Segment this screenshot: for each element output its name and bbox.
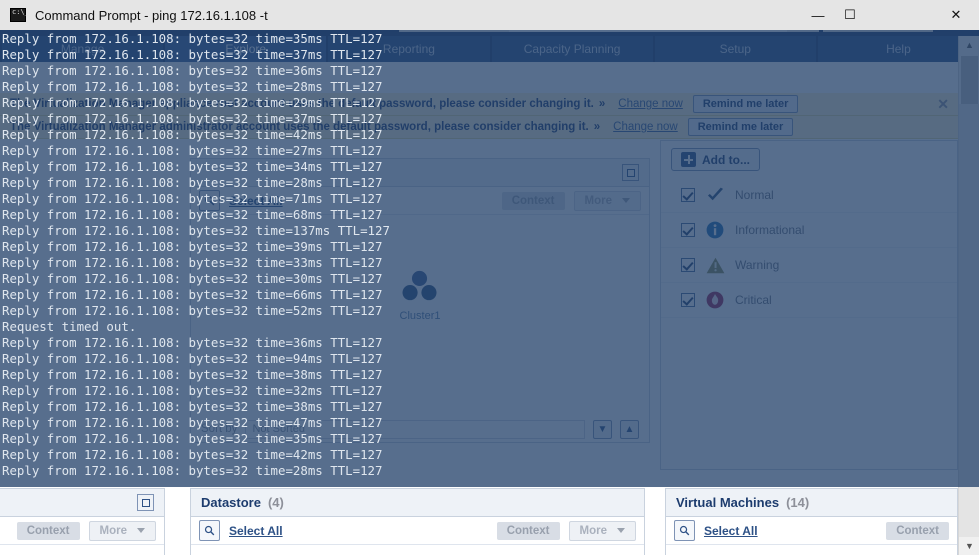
console-line: Reply from 172.16.1.108: bytes=32 time=3… [2, 399, 383, 414]
console-line: Reply from 172.16.1.108: bytes=32 time=3… [2, 335, 383, 350]
console-line: Reply from 172.16.1.108: bytes=32 time=3… [2, 63, 383, 78]
close-button[interactable]: ✕ [933, 0, 979, 30]
console-line: Reply from 172.16.1.108: bytes=32 time=3… [2, 159, 383, 174]
console-line: Reply from 172.16.1.108: bytes=32 time=2… [2, 463, 383, 478]
console-line: Reply from 172.16.1.108: bytes=32 time=3… [2, 271, 383, 286]
context-button[interactable]: Context [16, 521, 80, 540]
select-all-link[interactable]: Select All [704, 524, 758, 538]
console-title-bar[interactable]: Command Prompt - ping 172.16.1.108 -t — … [0, 0, 979, 30]
command-prompt-window[interactable]: Command Prompt - ping 172.16.1.108 -t — … [0, 0, 979, 487]
console-line: Reply from 172.16.1.108: bytes=32 time=3… [2, 47, 383, 62]
console-line: Reply from 172.16.1.108: bytes=32 time=3… [2, 431, 383, 446]
console-line: Reply from 172.16.1.108: bytes=32 time=1… [2, 223, 390, 238]
panel-header: Virtual Machines (14) [666, 489, 957, 517]
console-line: Reply from 172.16.1.108: bytes=32 time=3… [2, 367, 383, 382]
console-line: Reply from 172.16.1.108: bytes=32 time=2… [2, 143, 383, 158]
console-line: Reply from 172.16.1.108: bytes=32 time=4… [2, 447, 383, 462]
console-line: Reply from 172.16.1.108: bytes=32 time=5… [2, 303, 383, 318]
more-button[interactable]: More [88, 520, 156, 541]
console-line: Reply from 172.16.1.108: bytes=32 time=3… [2, 255, 383, 270]
console-line: Reply from 172.16.1.108: bytes=32 time=4… [2, 127, 383, 142]
console-line: Request timed out. [2, 319, 137, 334]
context-button[interactable]: Context [886, 521, 949, 540]
console-line: Reply from 172.16.1.108: bytes=32 time=6… [2, 287, 383, 302]
console-line: Reply from 172.16.1.108: bytes=32 time=7… [2, 191, 383, 206]
maximize-button[interactable]: ☐ [839, 0, 861, 30]
chevron-down-icon[interactable]: ▼ [959, 537, 979, 555]
panel-title-label: Virtual Machines [676, 495, 780, 510]
console-line: Reply from 172.16.1.108: bytes=32 time=2… [2, 175, 383, 190]
console-line: Reply from 172.16.1.108: bytes=32 time=2… [2, 79, 383, 94]
panel-toolbar: Select All Context [666, 517, 957, 545]
panel-title-label: Datastore [201, 495, 261, 510]
console-line: Reply from 172.16.1.108: bytes=32 time=6… [2, 207, 383, 222]
console-line: Reply from 172.16.1.108: bytes=32 time=3… [2, 111, 383, 126]
console-line: Reply from 172.16.1.108: bytes=32 time=2… [2, 95, 383, 110]
panel-toolbar: Select All Context More [0, 517, 164, 545]
chevron-down-icon [137, 528, 145, 533]
virtual-machines-panel: Virtual Machines (14) Select All Context [665, 488, 958, 555]
window-title: Command Prompt - ping 172.16.1.108 -t [35, 7, 268, 23]
console-line: Reply from 172.16.1.108: bytes=32 time=3… [2, 383, 383, 398]
select-all-link[interactable]: Select All [229, 524, 283, 538]
panel-header [0, 489, 164, 517]
panel-count: (14) [786, 495, 810, 510]
console-line: Reply from 172.16.1.108: bytes=32 time=4… [2, 415, 383, 430]
panel-toolbar: Select All Context More [191, 517, 644, 545]
datastore-panel: Datastore (4) Select All Context More [190, 488, 645, 555]
cmd-icon [10, 8, 29, 22]
search-icon[interactable] [674, 520, 695, 541]
console-line: Reply from 172.16.1.108: bytes=32 time=3… [2, 31, 383, 46]
console-line: Reply from 172.16.1.108: bytes=32 time=9… [2, 351, 383, 366]
context-button[interactable]: Context [496, 521, 560, 540]
console-output[interactable]: Reply from 172.16.1.108: bytes=32 time=3… [0, 30, 979, 487]
more-label: More [579, 524, 607, 537]
chevron-down-icon [617, 528, 625, 533]
search-icon[interactable] [199, 520, 220, 541]
maximize-icon[interactable] [137, 494, 154, 511]
console-line: Reply from 172.16.1.108: bytes=32 time=3… [2, 239, 383, 254]
minimize-button[interactable]: — [807, 0, 829, 30]
more-button[interactable]: More [568, 520, 636, 541]
bottom-left-panel: Select All Context More [0, 488, 165, 555]
more-label: More [99, 524, 127, 537]
panel-count: (4) [267, 495, 284, 510]
panel-header: Datastore (4) [191, 489, 644, 517]
